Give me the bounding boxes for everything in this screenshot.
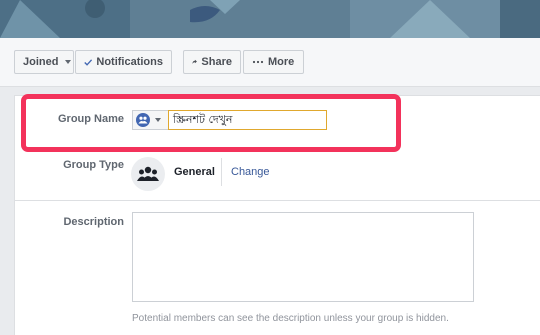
joined-button[interactable]: Joined — [14, 50, 74, 74]
notifications-label: Notifications — [96, 56, 163, 68]
change-group-type-link[interactable]: Change — [231, 166, 270, 178]
ellipsis-icon — [252, 60, 264, 64]
group-people-icon — [131, 157, 165, 191]
checkmark-icon — [84, 58, 93, 66]
notifications-button[interactable]: Notifications — [75, 50, 172, 74]
description-label: Description — [63, 216, 124, 228]
divider — [221, 158, 222, 186]
group-type-value: General — [174, 166, 215, 178]
share-label: Share — [201, 56, 232, 68]
group-action-bar: Joined Notifications Share More — [0, 38, 540, 87]
share-arrow-icon — [192, 59, 197, 64]
joined-label: Joined — [23, 56, 59, 68]
group-name-input[interactable]: স্ক্রিনশট দেখুন — [168, 110, 327, 130]
chevron-down-icon — [155, 118, 161, 122]
group-type-label: Group Type — [63, 159, 124, 171]
share-button[interactable]: Share — [183, 50, 241, 74]
section-divider — [15, 200, 540, 201]
more-button[interactable]: More — [243, 50, 304, 74]
group-privacy-selector[interactable] — [132, 110, 168, 130]
description-hint: Potential members can see the descriptio… — [132, 313, 449, 324]
group-name-label: Group Name — [57, 113, 124, 125]
caret-down-icon — [65, 60, 72, 64]
more-label: More — [268, 56, 295, 68]
description-textarea[interactable] — [132, 212, 474, 302]
group-cover-photo — [0, 0, 540, 38]
group-privacy-icon — [136, 113, 150, 127]
